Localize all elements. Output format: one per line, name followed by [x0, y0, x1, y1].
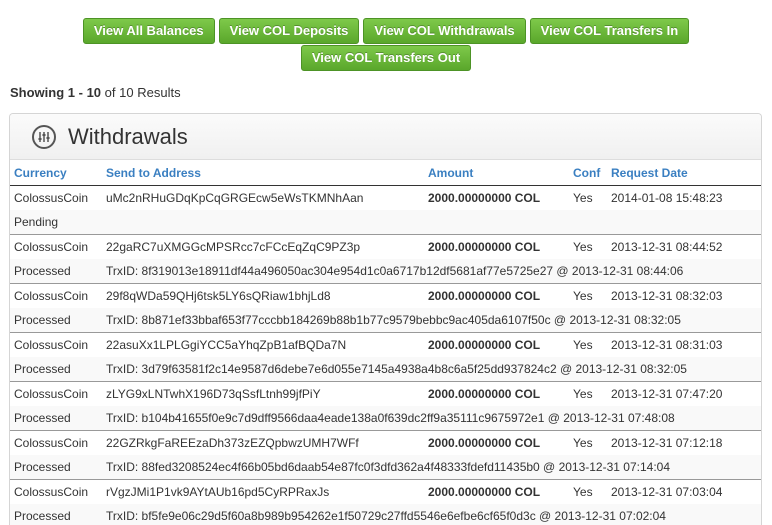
cell-transaction-detail	[102, 210, 761, 235]
cell-address: rVgzJMi1P1vk9AYtAUb16pd5CyRPRaxJs	[102, 479, 424, 504]
cell-address: uMc2nRHuGDqKpCqGRGEcw5eWsTKMNhAan	[106, 191, 364, 205]
cell-transaction-detail: TrxID: 88fed3208524ec4f66b05bd6daab54e87…	[102, 455, 761, 480]
cell-currency: ColossusCoin	[10, 479, 102, 504]
cell-address: 22GZRkgFaREEzaDh373zEZQpbwzUMH7WFf	[102, 430, 424, 455]
table-row-detail: Processed TrxID: 3d79f63581f2c14e9587d6de…	[10, 357, 761, 382]
results-suffix: Results	[137, 85, 181, 100]
cell-currency: ColossusCoin	[14, 191, 89, 205]
table-row: ColossusCoin 22asuXx1LPLGgiYCC5aYhqZpB1af…	[10, 332, 761, 357]
cell-conf: Yes	[569, 283, 607, 308]
cell-transaction-detail: TrxID: bf5fe9e06c29d5f60a8b989b954262e1f…	[102, 504, 761, 525]
cell-currency: ColossusCoin	[10, 283, 102, 308]
view-col-deposits-button[interactable]: View COL Deposits	[218, 18, 360, 44]
view-col-transfers-in-button[interactable]: View COL Transfers In	[529, 18, 690, 44]
cell-transaction-detail: TrxID: 3d79f63581f2c14e9587d6debe7e6d055…	[102, 357, 761, 382]
results-summary: Showing 1 - 10 of 10 Results	[10, 85, 181, 100]
cell-request-date: 2014-01-08 15:48:23	[611, 191, 723, 205]
table-row: ColossusCoin 22GZRkgFaREEzaDh373zEZQpbwzU…	[10, 430, 761, 455]
cell-status: Processed	[10, 406, 102, 431]
cell-currency: ColossusCoin	[10, 381, 102, 406]
table-row-detail: Processed TrxID: 8b871ef33bbaf653f77cccbb…	[10, 308, 761, 333]
cell-amount: 2000.00000000 COL	[424, 332, 569, 357]
table-row-detail: Processed TrxID: 8f319013e18911df44a49605…	[10, 259, 761, 284]
cell-amount: 2000.00000000 COL	[424, 430, 569, 455]
cell-request-date: 2013-12-31 07:47:20	[607, 381, 761, 406]
cell-status: Processed	[10, 259, 102, 284]
cell-request-date: 2013-12-31 08:44:52	[607, 234, 761, 259]
cell-status: Processed	[10, 455, 102, 480]
cell-request-date: 2013-12-31 07:03:04	[607, 479, 761, 504]
cell-transaction-detail: TrxID: b104b41655f0e9c7d9dff9566daa4eade…	[102, 406, 761, 431]
results-prefix: Showing	[10, 85, 65, 100]
sliders-icon	[32, 124, 56, 149]
table-row-detail: Processed TrxID: b104b41655f0e9c7d9dff956…	[10, 406, 761, 431]
cell-conf: Yes	[569, 479, 607, 504]
cell-address: 22gaRC7uXMGGcMPSRcc7cFCcEqZqC9PZ3p	[102, 234, 424, 259]
table-row: ColossusCoin uMc2nRHuGDqKpCqGRGEcw5eWsTKM…	[10, 186, 761, 211]
results-total: 10	[119, 85, 134, 100]
cell-request-date: 2013-12-31 07:12:18	[607, 430, 761, 455]
cell-status: Processed	[10, 357, 102, 382]
cell-request-date: 2013-12-31 08:31:03	[607, 332, 761, 357]
cell-address: 29f8qWDa59QHj6tsk5LY6sQRiaw1bhjLd8	[102, 283, 424, 308]
cell-currency: ColossusCoin	[10, 234, 102, 259]
cell-conf: Yes	[569, 234, 607, 259]
cell-conf: Yes	[573, 191, 593, 205]
withdrawals-panel: Withdrawals Currency Send to Address Amo…	[9, 113, 762, 525]
cell-amount: 2000.00000000 COL	[424, 479, 569, 504]
column-header-request-date[interactable]: Request Date	[607, 160, 761, 186]
column-header-address[interactable]: Send to Address	[102, 160, 424, 186]
cell-address: zLYG9xLNTwhX196D73qSsfLtnh99jfPiY	[102, 381, 424, 406]
cell-conf: Yes	[569, 381, 607, 406]
cell-currency: ColossusCoin	[10, 430, 102, 455]
column-header-conf[interactable]: Conf	[569, 160, 607, 186]
view-all-balances-button[interactable]: View All Balances	[82, 18, 215, 44]
cell-amount: 2000.00000000 COL	[428, 191, 541, 205]
cell-amount: 2000.00000000 COL	[424, 283, 569, 308]
nav-buttons-row-1: View All Balances View COL Deposits View…	[0, 18, 772, 44]
table-row: ColossusCoin 29f8qWDa59QHj6tsk5LY6sQRiaw1…	[10, 283, 761, 308]
view-col-withdrawals-button[interactable]: View COL Withdrawals	[363, 18, 526, 44]
table-row: ColossusCoin rVgzJMi1P1vk9AYtAUb16pd5CyRP…	[10, 479, 761, 504]
panel-header: Withdrawals	[10, 114, 761, 160]
cell-transaction-detail: TrxID: 8b871ef33bbaf653f77cccbb184269b88…	[102, 308, 761, 333]
cell-address: 22asuXx1LPLGgiYCC5aYhqZpB1afBQDa7N	[102, 332, 424, 357]
table-row: ColossusCoin zLYG9xLNTwhX196D73qSsfLtnh99…	[10, 381, 761, 406]
cell-status: Processed	[10, 308, 102, 333]
table-row-detail: Processed TrxID: bf5fe9e06c29d5f60a8b989b…	[10, 504, 761, 525]
cell-amount: 2000.00000000 COL	[424, 381, 569, 406]
cell-transaction-detail: TrxID: 8f319013e18911df44a496050ac304e95…	[102, 259, 761, 284]
cell-request-date: 2013-12-31 08:32:03	[607, 283, 761, 308]
cell-status: Pending	[10, 210, 102, 235]
cell-conf: Yes	[569, 332, 607, 357]
column-header-amount[interactable]: Amount	[424, 160, 569, 186]
table-row: ColossusCoin 22gaRC7uXMGGcMPSRcc7cFCcEqZq…	[10, 234, 761, 259]
cell-amount: 2000.00000000 COL	[424, 234, 569, 259]
table-row-detail: Processed TrxID: 88fed3208524ec4f66b05bd6…	[10, 455, 761, 480]
view-col-transfers-out-button[interactable]: View COL Transfers Out	[300, 45, 472, 71]
table-row-detail: Pending	[10, 210, 761, 235]
results-of: of	[104, 85, 116, 100]
nav-buttons-row-2: View COL Transfers Out	[0, 45, 772, 71]
panel-title: Withdrawals	[68, 123, 188, 149]
withdrawals-table: Currency Send to Address Amount Conf Req…	[10, 160, 761, 525]
column-header-currency[interactable]: Currency	[10, 160, 102, 186]
table-header-row: Currency Send to Address Amount Conf Req…	[10, 160, 761, 186]
results-range: 1 - 10	[67, 85, 102, 100]
cell-currency: ColossusCoin	[10, 332, 102, 357]
cell-conf: Yes	[569, 430, 607, 455]
cell-status: Processed	[10, 504, 102, 525]
